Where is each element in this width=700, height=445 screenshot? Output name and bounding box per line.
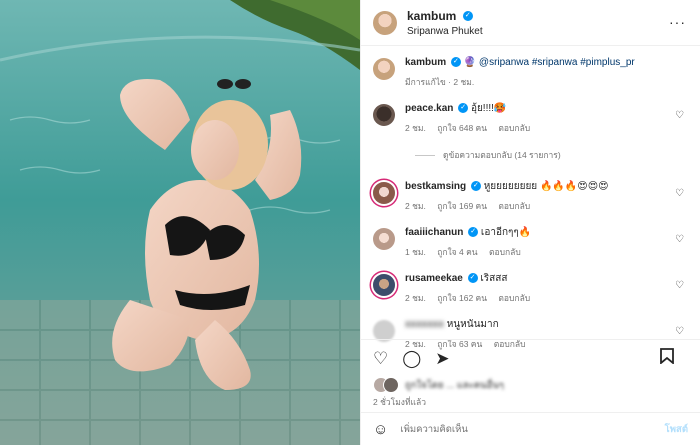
- post-location[interactable]: Sripanwa Phuket: [407, 26, 483, 39]
- comment-text: หูยยยยยยยย 🔥🔥🔥😍😍😍: [483, 181, 609, 192]
- verified-badge-icon: ✓: [462, 11, 473, 22]
- replies-divider: [415, 154, 435, 156]
- comment-time[interactable]: 2 ชม.: [405, 123, 426, 133]
- comment-text: เริสสส: [480, 273, 508, 284]
- likes-text: ถูกใจโดย ... และคนอื่นๆ: [405, 379, 504, 391]
- caption: kambum ✓ 🔮 @sripanwa #sripanwa #pimplus_…: [373, 56, 688, 89]
- reply-button[interactable]: ตอบกลับ: [498, 293, 530, 303]
- author-avatar[interactable]: [373, 10, 397, 35]
- more-options-icon[interactable]: ···: [669, 14, 686, 30]
- view-replies-label: ดูข้อความตอบกลับ (14 รายการ): [443, 150, 561, 160]
- comment: bestkamsing ✓ หูยยยยยยยย 🔥🔥🔥😍😍😍 2 ชม. ถู…: [373, 180, 688, 213]
- comment-text: อุ้ย!!!!🥵: [470, 103, 507, 114]
- comment-username-blurred[interactable]: xxxxxxx: [405, 319, 444, 330]
- author-username[interactable]: kambum: [407, 9, 456, 23]
- comment-time[interactable]: 2 ชม.: [405, 293, 426, 303]
- view-replies-button[interactable]: ดูข้อความตอบกลับ (14 รายการ): [415, 148, 688, 162]
- add-comment-bar: ☺ เพิ่มความคิดเห็น โพสต์: [361, 412, 700, 445]
- verified-badge-icon: ✓: [450, 57, 461, 68]
- caption-username[interactable]: kambum: [405, 57, 446, 68]
- comment-avatar[interactable]: [373, 274, 395, 296]
- caption-hashtags[interactable]: #sripanwa #pimplus_pr: [532, 57, 635, 68]
- heart-icon[interactable]: ♡: [373, 349, 388, 369]
- caption-emoji: 🔮: [463, 57, 477, 68]
- verified-badge-icon: ✓: [468, 227, 479, 238]
- comment-username[interactable]: bestkamsing: [405, 181, 466, 192]
- reply-button[interactable]: ตอบกลับ: [498, 201, 530, 211]
- comment-avatar[interactable]: [373, 104, 395, 126]
- caption-mention[interactable]: @sripanwa: [479, 57, 529, 68]
- comment-icon[interactable]: ◯: [402, 349, 421, 369]
- pool-photo-illustration: [0, 0, 360, 445]
- like-comment-heart-icon[interactable]: ♡: [675, 234, 684, 245]
- comment: rusameekae ✓ เริสสส 2 ชม. ถูกใจ 162 คน ต…: [373, 272, 688, 305]
- like-comment-heart-icon[interactable]: ♡: [675, 110, 684, 121]
- caption-meta: มีการแก้ไข · 2 ชม.: [405, 77, 475, 87]
- comment-text: หนูหนันมาก: [446, 319, 499, 330]
- post-header: kambum ✓ Sripanwa Phuket ···: [361, 0, 700, 46]
- verified-badge-icon: ✓: [458, 103, 469, 114]
- comment-time[interactable]: 1 ชม.: [405, 247, 426, 257]
- comment-time[interactable]: 2 ชม.: [405, 201, 426, 211]
- post-comment-button[interactable]: โพสต์: [665, 422, 688, 437]
- likes-summary[interactable]: ถูกใจโดย ... และคนอื่นๆ: [373, 377, 504, 393]
- comment-avatar[interactable]: [373, 228, 395, 250]
- share-icon[interactable]: ➤: [435, 349, 449, 369]
- comment: peace.kan ✓ อุ้ย!!!!🥵 2 ชม. ถูกใจ 648 คน…: [373, 102, 688, 135]
- like-comment-heart-icon[interactable]: ♡: [675, 280, 684, 291]
- comment: faaiiichanun ✓ เอาอีกๆๆ🔥 1 ชม. ถูกใจ 4 ค…: [373, 226, 688, 259]
- bookmark-icon[interactable]: [660, 348, 674, 369]
- reply-button[interactable]: ตอบกลับ: [498, 123, 530, 133]
- post-details-panel: kambum ✓ Sripanwa Phuket ··· kambum ✓ 🔮 …: [360, 0, 700, 445]
- like-comment-heart-icon[interactable]: ♡: [675, 188, 684, 199]
- comment-username[interactable]: peace.kan: [405, 103, 453, 114]
- comment-avatar[interactable]: [373, 182, 395, 204]
- verified-badge-icon: ✓: [467, 273, 478, 284]
- reply-button[interactable]: ตอบกลับ: [489, 247, 521, 257]
- comment-likes[interactable]: ถูกใจ 648 คน: [437, 123, 487, 133]
- emoji-icon[interactable]: ☺: [373, 421, 388, 438]
- post-photo[interactable]: [0, 0, 360, 445]
- liker-avatar: [383, 377, 399, 393]
- posted-time[interactable]: 2 ชั่วโมงที่แล้ว: [373, 395, 426, 409]
- like-comment-heart-icon[interactable]: ♡: [675, 326, 684, 337]
- comment-likes[interactable]: ถูกใจ 169 คน: [437, 201, 487, 211]
- comment-likes[interactable]: ถูกใจ 162 คน: [437, 293, 487, 303]
- comment-text: เอาอีกๆๆ🔥: [480, 227, 532, 238]
- caption-avatar[interactable]: [373, 58, 395, 80]
- comment-input[interactable]: เพิ่มความคิดเห็น: [400, 422, 664, 437]
- comment-likes[interactable]: ถูกใจ 4 คน: [437, 247, 477, 257]
- verified-badge-icon: ✓: [470, 181, 481, 192]
- instagram-post-view: kambum ✓ Sripanwa Phuket ··· kambum ✓ 🔮 …: [0, 0, 700, 445]
- comment-username[interactable]: rusameekae: [405, 273, 463, 284]
- comment-username[interactable]: faaiiichanun: [405, 227, 463, 238]
- post-action-bar: ♡ ◯ ➤: [361, 339, 700, 377]
- comments-list: kambum ✓ 🔮 @sripanwa #sripanwa #pimplus_…: [361, 46, 700, 351]
